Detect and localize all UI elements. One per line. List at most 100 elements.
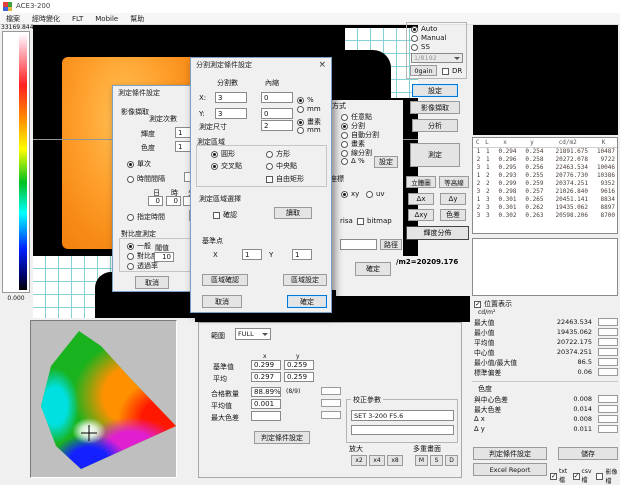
radio-auto[interactable] xyxy=(411,26,418,33)
radio-contrast[interactable] xyxy=(127,253,134,260)
radio-mm[interactable] xyxy=(297,106,304,113)
split-ok-button[interactable]: 確定 xyxy=(287,295,327,308)
close-icon[interactable]: × xyxy=(318,60,326,70)
shutter-combo[interactable]: 1/8192 xyxy=(411,53,463,63)
table-row[interactable]: 220.2990.25920374.2519352 xyxy=(473,180,617,188)
table-row[interactable]: 210.2960.25820272.0789722 xyxy=(473,156,617,164)
ref-x-field[interactable]: 0.299 xyxy=(251,360,281,370)
radio-spec-time[interactable] xyxy=(127,214,134,221)
menu-help[interactable]: 幫助 xyxy=(124,13,150,24)
radio-pixel[interactable] xyxy=(341,141,348,148)
contour-button[interactable]: 等高線 xyxy=(439,176,469,188)
area-confirm-button[interactable]: 區域確認 xyxy=(202,274,248,286)
txt-checkbox[interactable] xyxy=(550,473,557,480)
excel-report-button[interactable]: Excel Report xyxy=(473,463,547,476)
save-button[interactable]: 儲存 xyxy=(558,447,618,460)
luminance-dist-button[interactable]: 輝度分佈 xyxy=(406,226,469,240)
size-field[interactable]: 2 xyxy=(261,120,293,131)
table-row[interactable]: 110.2940.25421891.67510487 xyxy=(473,148,617,157)
zoom-x4-button[interactable]: x4 xyxy=(369,455,385,466)
table-row[interactable]: 230.3010.26219435.0628897 xyxy=(473,204,617,212)
threshold-field[interactable]: 10 xyxy=(154,252,174,262)
calibration-field-2[interactable] xyxy=(351,425,454,435)
radio-ss[interactable] xyxy=(411,44,418,51)
gain-button[interactable]: 0gain xyxy=(410,65,437,76)
delta-y-button[interactable]: Δy xyxy=(440,193,466,205)
delta-x-button[interactable]: Δx xyxy=(408,193,434,205)
csv-checkbox[interactable] xyxy=(573,473,580,480)
solid-view-button[interactable]: 立體圖 xyxy=(406,176,436,188)
menu-flt[interactable]: FLT xyxy=(66,13,89,24)
x-div-field[interactable]: 3 xyxy=(215,92,247,103)
radio-uv[interactable] xyxy=(366,191,373,198)
menu-file[interactable]: 檔案 xyxy=(0,13,26,24)
result-list-box[interactable] xyxy=(472,238,618,296)
image-checkbox[interactable] xyxy=(596,473,603,480)
zoom-x8-button[interactable]: x8 xyxy=(387,455,403,466)
capture-button[interactable]: 影像擷取 xyxy=(410,101,460,114)
table-row[interactable]: 130.3010.26520451.1418834 xyxy=(473,196,617,204)
radio-normal[interactable] xyxy=(127,243,134,250)
free-rect-checkbox[interactable] xyxy=(266,176,273,183)
avg-y-field[interactable]: 0.259 xyxy=(284,372,314,382)
table-row[interactable]: 330.3020.26320598.2068700 xyxy=(473,212,617,220)
multi-d-button[interactable]: D xyxy=(445,455,458,466)
set-button[interactable]: 設定 xyxy=(412,84,458,97)
radio-cross[interactable] xyxy=(211,163,218,170)
avg-x-field[interactable]: 0.297 xyxy=(251,372,281,382)
path-field[interactable] xyxy=(340,239,377,250)
confirm-checkbox[interactable] xyxy=(213,212,220,219)
table-row[interactable]: 320.2980.25721026.8409616 xyxy=(473,188,617,196)
radio-pct[interactable] xyxy=(297,97,304,104)
measure-dialog-cancel[interactable]: 取消 xyxy=(135,276,169,289)
cie-diagram-panel[interactable] xyxy=(30,320,177,478)
split-cancel-button[interactable]: 取消 xyxy=(202,295,242,308)
base-y-field[interactable]: 1 xyxy=(292,249,312,260)
x-inset-field[interactable]: 0 xyxy=(261,92,293,103)
zoom-x2-button[interactable]: x2 xyxy=(351,455,367,466)
path-button[interactable]: 路徑 xyxy=(380,239,402,250)
radio-circle[interactable] xyxy=(211,151,218,158)
judge-condition-button-2[interactable]: 判定條件設定 xyxy=(254,431,310,444)
radio-single[interactable] xyxy=(127,161,134,168)
load-button[interactable]: 讀取 xyxy=(274,207,312,219)
position-display-checkbox[interactable] xyxy=(474,301,481,308)
table-row[interactable]: 310.2950.25622463.53410046 xyxy=(473,164,617,172)
table-row[interactable]: 120.2930.25520776.73010386 xyxy=(473,172,617,180)
radio-split[interactable] xyxy=(341,123,348,130)
y-inset-field[interactable]: 0 xyxy=(261,108,293,119)
radio-mm-unit[interactable] xyxy=(297,127,304,134)
hour-field[interactable]: 0 xyxy=(166,196,181,206)
radio-pixel-unit[interactable] xyxy=(297,119,304,126)
split-dialog-titlebar[interactable]: 分割測定條件設定 × xyxy=(191,58,331,71)
y-div-field[interactable]: 3 xyxy=(215,108,247,119)
area-set-button[interactable]: 區域設定 xyxy=(283,274,327,286)
day-field[interactable]: 0 xyxy=(148,196,163,206)
radio-manual[interactable] xyxy=(411,35,418,42)
menu-mobile[interactable]: Mobile xyxy=(89,13,124,24)
base-x-field[interactable]: 1 xyxy=(242,249,262,260)
method-set-button[interactable]: 設定 xyxy=(374,156,398,168)
range-combo[interactable]: FULL xyxy=(235,328,271,340)
measure-button[interactable]: 測定 xyxy=(410,143,460,167)
analyze-button[interactable]: 分析 xyxy=(412,119,458,132)
live-view[interactable] xyxy=(473,25,618,135)
measurement-table[interactable]: C L x y cd/m2 K 110.2940.25421891.675104… xyxy=(472,137,618,234)
mid-ok-button[interactable]: 確定 xyxy=(355,262,391,276)
radio-transmit[interactable] xyxy=(127,263,134,270)
dr-checkbox[interactable] xyxy=(442,68,449,75)
radio-any-point[interactable] xyxy=(341,114,348,121)
color-diff-button[interactable]: 色差 xyxy=(440,209,466,221)
radio-interval[interactable] xyxy=(127,176,134,183)
radio-auto-split[interactable] xyxy=(341,132,348,139)
menu-timechange[interactable]: 經時變化 xyxy=(26,13,66,24)
multi-m-button[interactable]: M xyxy=(415,455,428,466)
ref-y-field[interactable]: 0.259 xyxy=(284,360,314,370)
radio-xy[interactable] xyxy=(341,191,348,198)
radio-center-pt[interactable] xyxy=(266,163,273,170)
calibration-field[interactable]: SET 3-200 F5.6 xyxy=(351,410,454,421)
radio-line-split[interactable] xyxy=(341,150,348,157)
radio-square[interactable] xyxy=(266,151,273,158)
multi-s-button[interactable]: S xyxy=(430,455,443,466)
judge-condition-button[interactable]: 判定條件設定 xyxy=(473,447,547,460)
